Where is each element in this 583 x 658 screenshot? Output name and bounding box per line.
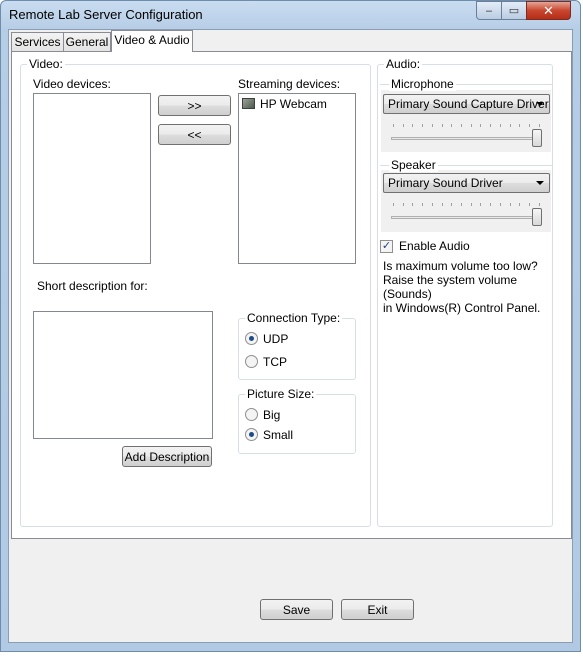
connection-type-group [238, 318, 356, 380]
audio-group-label: Audio: [384, 57, 423, 71]
enable-audio-checkbox[interactable]: ✓ [380, 240, 393, 253]
add-description-button[interactable]: Add Description [122, 446, 212, 467]
enable-audio-label: Enable Audio [399, 239, 470, 253]
short-description-label: Short description for: [37, 279, 148, 293]
save-button[interactable]: Save [260, 599, 333, 620]
tcp-label: TCP [263, 355, 287, 369]
chevron-down-icon [536, 181, 544, 185]
window-title: Remote Lab Server Configuration [9, 7, 203, 22]
small-label: Small [263, 428, 294, 442]
speaker-volume-slider[interactable] [383, 195, 550, 229]
tab-services[interactable]: Services [11, 32, 64, 51]
streaming-devices-list[interactable]: HP Webcam [238, 93, 356, 264]
streaming-device-label: HP Webcam [260, 97, 327, 111]
microphone-label: Microphone [389, 77, 456, 91]
microphone-volume-slider[interactable] [383, 116, 550, 150]
speaker-label: Speaker [389, 158, 438, 172]
minimize-button[interactable]: ‒ [476, 1, 502, 20]
webcam-icon [242, 98, 255, 109]
volume-hint-line: Raise the system volume (Sounds) [383, 273, 518, 301]
tab-video-audio[interactable]: Video & Audio [111, 30, 193, 52]
speaker-driver-value: Primary Sound Driver [388, 176, 503, 190]
video-devices-list[interactable] [33, 93, 151, 264]
list-item[interactable]: HP Webcam [241, 96, 351, 112]
udp-radio[interactable] [245, 332, 258, 345]
connection-type-label: Connection Type: [245, 311, 343, 325]
small-radio[interactable] [245, 428, 258, 441]
volume-hint: Is maximum volume too low? Raise the sys… [383, 259, 551, 315]
exit-button[interactable]: Exit [341, 599, 414, 620]
close-button[interactable]: ✕ [526, 1, 571, 20]
maximize-button[interactable]: ▭ [501, 1, 527, 20]
add-streaming-device-button[interactable]: >> [158, 95, 231, 116]
speaker-volume-thumb[interactable] [532, 208, 542, 226]
video-group-label: Video: [27, 57, 65, 71]
volume-hint-line: in Windows(R) Control Panel. [383, 301, 541, 315]
speaker-driver-select[interactable]: Primary Sound Driver [383, 173, 550, 193]
microphone-driver-select[interactable]: Primary Sound Capture Driver [383, 94, 550, 114]
big-radio[interactable] [245, 408, 258, 421]
tcp-radio[interactable] [245, 355, 258, 368]
video-devices-label: Video devices: [33, 77, 111, 91]
udp-label: UDP [263, 332, 289, 346]
chevron-down-icon [536, 102, 544, 106]
remove-streaming-device-button[interactable]: << [158, 124, 231, 145]
description-input[interactable] [33, 311, 213, 439]
picture-size-group [238, 394, 356, 454]
streaming-devices-label: Streaming devices: [238, 77, 341, 91]
picture-size-label: Picture Size: [245, 387, 317, 401]
microphone-volume-thumb[interactable] [532, 129, 542, 147]
tab-general[interactable]: General [63, 32, 111, 51]
big-label: Big [263, 408, 281, 422]
microphone-driver-value: Primary Sound Capture Driver [388, 97, 549, 111]
volume-hint-line: Is maximum volume too low? [383, 259, 538, 273]
